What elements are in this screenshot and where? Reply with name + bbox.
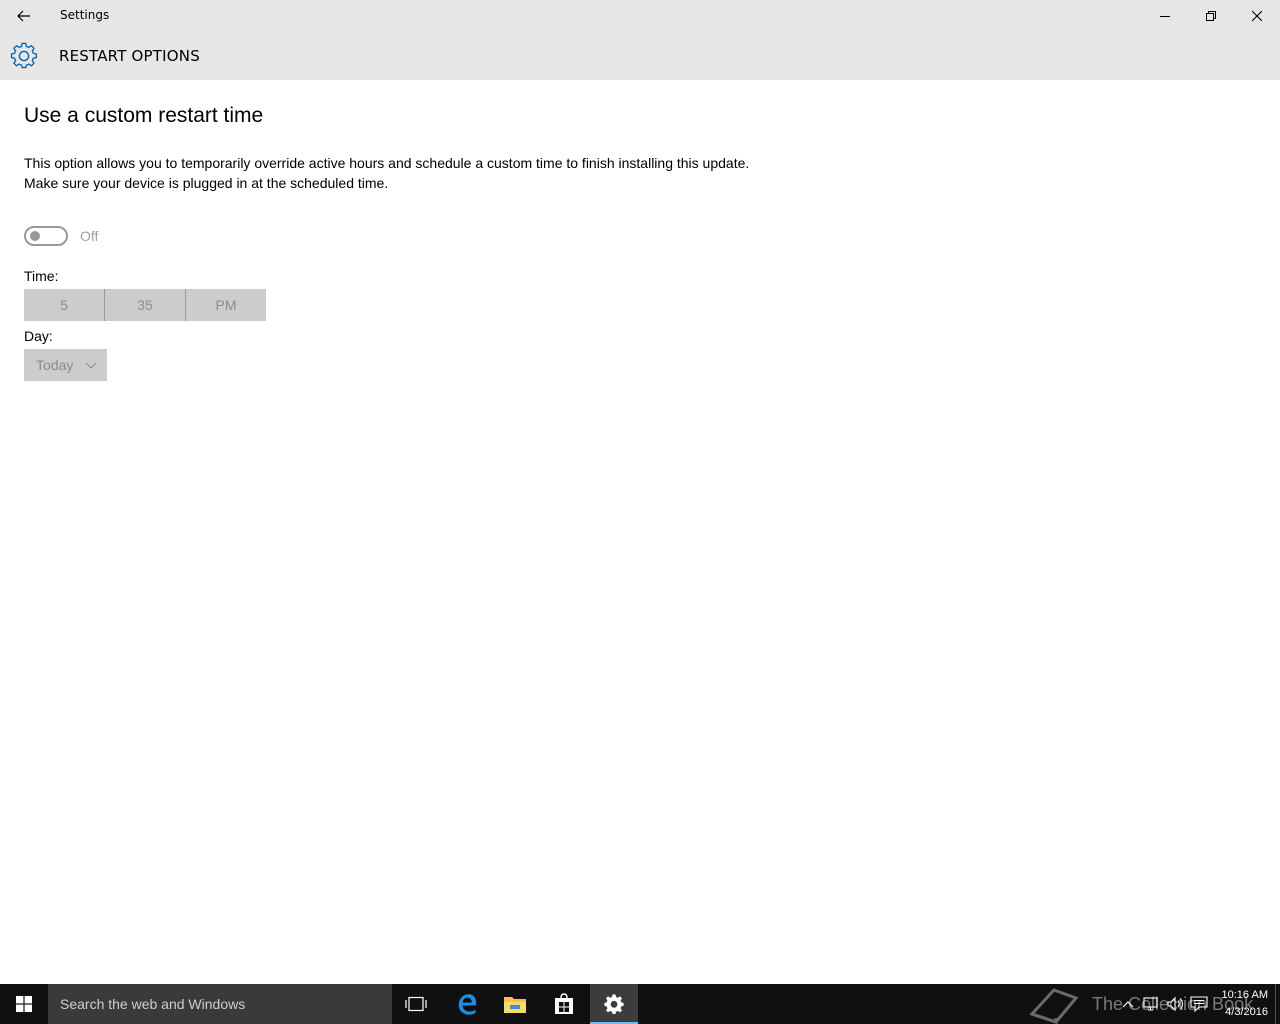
back-arrow-icon — [17, 10, 30, 22]
settings-icon — [604, 994, 624, 1014]
minimize-icon — [1160, 16, 1170, 17]
settings-taskbar-button[interactable] — [590, 984, 638, 1024]
window-title: Settings — [60, 8, 110, 22]
close-button[interactable] — [1234, 0, 1280, 32]
day-dropdown[interactable]: Today — [24, 349, 107, 381]
book-icon — [1029, 988, 1079, 1024]
show-hidden-icons-button[interactable] — [1118, 984, 1138, 1024]
page-section-title: RESTART OPTIONS — [59, 47, 200, 65]
task-view-button[interactable] — [392, 984, 440, 1024]
start-button[interactable] — [0, 984, 48, 1024]
description-line-2: Make sure your device is plugged in at t… — [24, 175, 389, 191]
back-button[interactable] — [0, 0, 48, 32]
minimize-button[interactable] — [1142, 0, 1188, 32]
time-period[interactable]: PM — [186, 289, 266, 321]
action-center-icon — [1190, 996, 1208, 1012]
day-label: Day: — [24, 328, 53, 344]
store-button[interactable] — [540, 984, 588, 1024]
volume-button[interactable] — [1165, 984, 1187, 1024]
clock-time: 10:16 AM — [1221, 989, 1268, 1001]
close-icon — [1252, 11, 1262, 21]
file-explorer-button[interactable] — [491, 984, 539, 1024]
description: This option allows you to temporarily ov… — [24, 153, 924, 193]
file-explorer-icon — [504, 997, 526, 1013]
network-icon — [1143, 997, 1158, 1011]
time-hour[interactable]: 5 — [24, 289, 104, 321]
action-center-button[interactable] — [1188, 984, 1210, 1024]
taskbar-search-box[interactable]: Search the web and Windows — [48, 984, 392, 1024]
day-selected-value: Today — [36, 357, 74, 373]
description-line-1: This option allows you to temporarily ov… — [24, 155, 750, 171]
taskbar: Search the web and Windows The Collectio… — [0, 984, 1280, 1024]
page-header: RESTART OPTIONS — [0, 32, 1280, 80]
restore-button[interactable] — [1188, 0, 1234, 32]
network-button[interactable] — [1141, 984, 1163, 1024]
toggle-knob — [30, 231, 40, 241]
clock-date: 4/3/2016 — [1225, 1006, 1268, 1018]
time-picker[interactable]: 5 35 PM — [24, 289, 266, 321]
edge-button[interactable] — [443, 984, 491, 1024]
task-view-icon — [405, 996, 427, 1012]
custom-restart-toggle[interactable] — [24, 226, 68, 246]
chevron-down-icon — [85, 362, 97, 369]
page-title: Use a custom restart time — [24, 104, 264, 127]
volume-icon — [1167, 996, 1183, 1012]
store-icon — [555, 993, 573, 1014]
title-bar: Settings — [0, 0, 1280, 32]
taskbar-clock[interactable]: 10:16 AM 4/3/2016 — [1212, 987, 1268, 1021]
time-minute[interactable]: 35 — [105, 289, 185, 321]
show-desktop-button[interactable] — [1275, 984, 1276, 1024]
restore-icon — [1206, 11, 1216, 21]
toggle-state-label: Off — [80, 228, 99, 244]
chevron-up-icon — [1122, 1001, 1134, 1008]
windows-logo-icon — [16, 996, 32, 1012]
time-label: Time: — [24, 268, 59, 284]
gear-icon — [10, 42, 37, 69]
edge-icon — [458, 994, 477, 1015]
